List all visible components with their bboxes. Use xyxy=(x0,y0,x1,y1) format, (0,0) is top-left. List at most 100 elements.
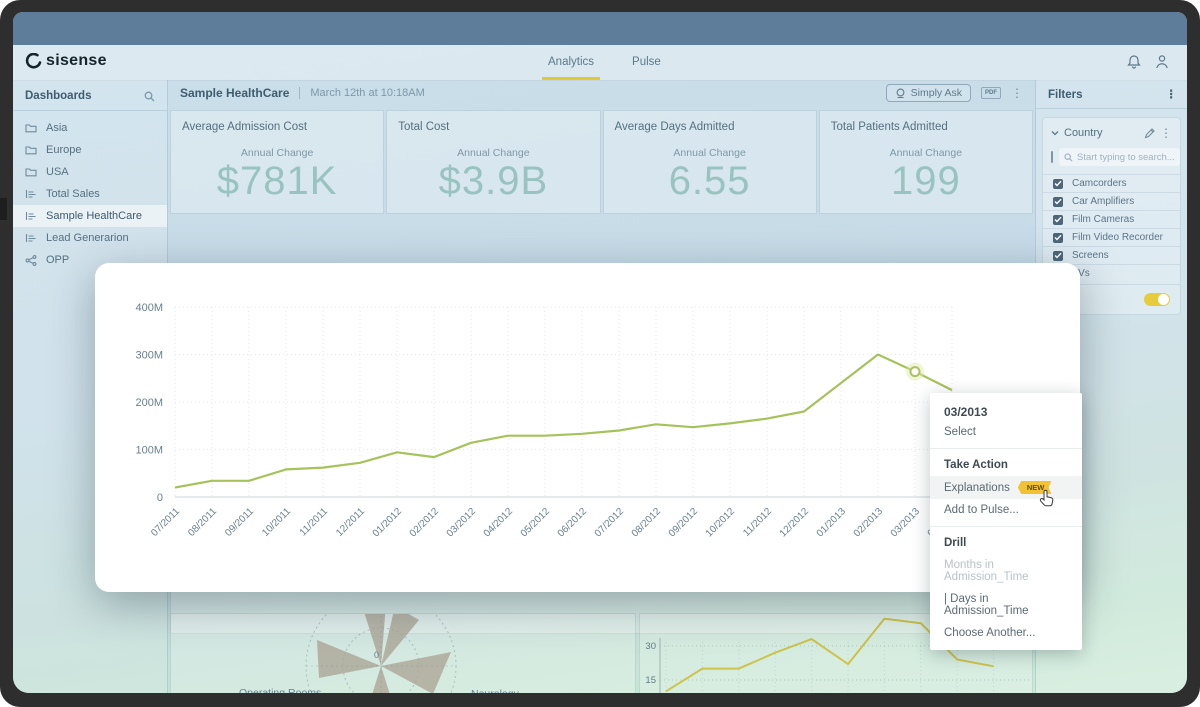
edit-pencil-icon[interactable] xyxy=(1144,128,1155,139)
main-tabs: Analytics Pulse xyxy=(548,45,661,80)
x-tick-label: 02/2012 xyxy=(408,506,442,540)
filter-item-label: Film Cameras xyxy=(1072,214,1134,225)
kpi-row: Average Admission CostAnnual Change$781K… xyxy=(170,110,1033,214)
departments-rose-widget: Operating Rooms Neurology 0 xyxy=(170,613,636,693)
sidebar-item-label: Asia xyxy=(46,122,67,134)
hand-cursor-icon xyxy=(1039,489,1056,508)
menu-item-explanations[interactable]: Explanations NEW xyxy=(930,476,1082,499)
select-all-checkbox[interactable] xyxy=(1051,151,1053,163)
share-icon xyxy=(25,255,37,266)
simply-ask-button[interactable]: Simply Ask xyxy=(886,84,971,102)
app-window: sisense AnalyticsPulse xyxy=(13,12,1187,693)
filter-item-label: Car Amplifiers xyxy=(1072,196,1134,207)
sisense-logo-icon xyxy=(25,53,42,70)
dashboard-more-menu-icon[interactable]: ⋮ xyxy=(1011,88,1023,98)
x-tick-label: 09/2012 xyxy=(667,506,701,540)
x-tick-label: 07/2011 xyxy=(149,506,182,539)
filters-title: Filters xyxy=(1048,89,1083,101)
checkbox-checked-icon[interactable] xyxy=(1053,233,1063,243)
filter-search-input[interactable]: Start typing to search... xyxy=(1059,148,1180,166)
search-placeholder: Start typing to search... xyxy=(1077,152,1175,163)
filter-item-film-video-recorder[interactable]: Film Video Recorder xyxy=(1043,228,1180,246)
rose-label-right: Neurology xyxy=(471,688,519,693)
filters-more-menu-icon[interactable]: ⋮ xyxy=(1166,90,1178,100)
x-tick-label: 05/2012 xyxy=(519,506,553,540)
menu-item-select[interactable]: Select xyxy=(930,421,1082,443)
sidebar-item-label: Lead Generarion xyxy=(46,232,129,244)
kpi-card-1: Average Admission CostAnnual Change$781K xyxy=(170,110,384,214)
menu-item-drill-months: Months in Admission_Time xyxy=(930,554,1082,588)
filter-toggle[interactable] xyxy=(1144,293,1170,306)
notifications-bell-icon[interactable] xyxy=(1127,54,1141,69)
x-tick-label: 08/2012 xyxy=(630,506,664,540)
cost-series-line xyxy=(175,355,952,488)
checkbox-checked-icon[interactable] xyxy=(1053,179,1063,189)
x-tick-label: 02/2013 xyxy=(852,506,886,540)
menu-item-drill-days[interactable]: | Days in Admission_Time xyxy=(930,588,1082,622)
selected-data-point[interactable] xyxy=(911,367,920,376)
menu-item-choose-another[interactable]: Choose Another... xyxy=(930,622,1082,644)
folder-icon xyxy=(25,123,37,133)
x-tick-label: 10/2012 xyxy=(704,506,738,540)
y-tick-label: 100M xyxy=(135,445,163,457)
filter-item-screens[interactable]: Screens xyxy=(1043,246,1180,264)
kpi-sublabel: Annual Change xyxy=(604,147,816,159)
folder-icon xyxy=(25,167,37,177)
menu-section-take-action: Take Action xyxy=(930,454,1082,476)
x-tick-label: 07/2012 xyxy=(593,506,627,540)
x-tick-label: 12/2012 xyxy=(778,506,812,540)
sidebar-item-usa[interactable]: USA xyxy=(13,161,167,183)
search-icon xyxy=(1064,153,1073,162)
sidebar-item-lead-generarion[interactable]: Lead Generarion xyxy=(13,227,167,249)
sidebar-item-europe[interactable]: Europe xyxy=(13,139,167,161)
x-tick-label: 04/2012 xyxy=(482,506,516,540)
app-header: sisense AnalyticsPulse xyxy=(13,45,1187,81)
checkbox-checked-icon[interactable] xyxy=(1053,197,1063,207)
sidebar-item-sample-healthcare[interactable]: Sample HealthCare xyxy=(13,205,167,227)
kpi-card-3: Average Days AdmittedAnnual Change6.55 xyxy=(603,110,817,214)
sidebar-item-total-sales[interactable]: Total Sales xyxy=(13,183,167,205)
filter-item-camcorders[interactable]: Camcorders xyxy=(1043,174,1180,192)
sidebar-item-label: Europe xyxy=(46,144,81,156)
dashboard-timestamp: March 12th at 10:18AM xyxy=(310,87,424,99)
frame-notch xyxy=(0,198,7,220)
simply-ask-label: Simply Ask xyxy=(911,87,962,99)
sidebar-item-asia[interactable]: Asia xyxy=(13,117,167,139)
kpi-value: 6.55 xyxy=(604,159,816,204)
x-tick-label: 11/2011 xyxy=(298,506,331,539)
kpi-title: Average Admission Cost xyxy=(182,121,307,133)
x-tick-label: 09/2011 xyxy=(223,506,256,539)
sidebar-item-label: USA xyxy=(46,166,69,178)
kpi-value: $3.9B xyxy=(387,159,599,204)
sidebar-search-icon[interactable] xyxy=(144,91,155,102)
user-profile-icon[interactable] xyxy=(1155,54,1169,69)
folder-icon xyxy=(25,145,37,155)
x-tick-label: 11/2012 xyxy=(741,506,774,539)
checkbox-checked-icon[interactable] xyxy=(1053,251,1063,261)
filter-item-car-amplifiers[interactable]: Car Amplifiers xyxy=(1043,192,1180,210)
kpi-value: $781K xyxy=(171,159,383,204)
chart-icon xyxy=(25,189,37,199)
menu-divider xyxy=(930,526,1082,527)
menu-item-add-to-pulse[interactable]: Add to Pulse... xyxy=(930,499,1082,521)
checkbox-checked-icon[interactable] xyxy=(1053,215,1063,225)
filter-item-label: Film Video Recorder xyxy=(1072,232,1163,243)
tab-analytics[interactable]: Analytics xyxy=(548,45,594,80)
x-tick-label: 10/2011 xyxy=(260,506,293,539)
filter-more-menu-icon[interactable]: ⋮ xyxy=(1160,128,1172,138)
sidebar-item-label: OPP xyxy=(46,254,69,266)
tab-pulse[interactable]: Pulse xyxy=(632,45,661,80)
rose-label-left: Operating Rooms xyxy=(239,687,321,693)
kpi-card-2: Total CostAnnual Change$3.9B xyxy=(386,110,600,214)
kpi-title: Total Patients Admitted xyxy=(831,121,948,133)
sidebar-item-label: Total Sales xyxy=(46,188,100,200)
menu-section-drill: Drill xyxy=(930,532,1082,554)
kpi-title: Total Cost xyxy=(398,121,449,133)
filter-item-film-cameras[interactable]: Film Cameras xyxy=(1043,210,1180,228)
y-tick-label: 400M xyxy=(135,302,163,314)
menu-divider xyxy=(930,448,1082,449)
chevron-down-icon[interactable] xyxy=(1051,130,1059,136)
x-tick-label: 12/2011 xyxy=(334,506,367,539)
export-pdf-icon[interactable]: PDF xyxy=(981,87,1001,99)
dashboard-titlebar: Sample HealthCare March 12th at 10:18AM … xyxy=(168,80,1035,106)
